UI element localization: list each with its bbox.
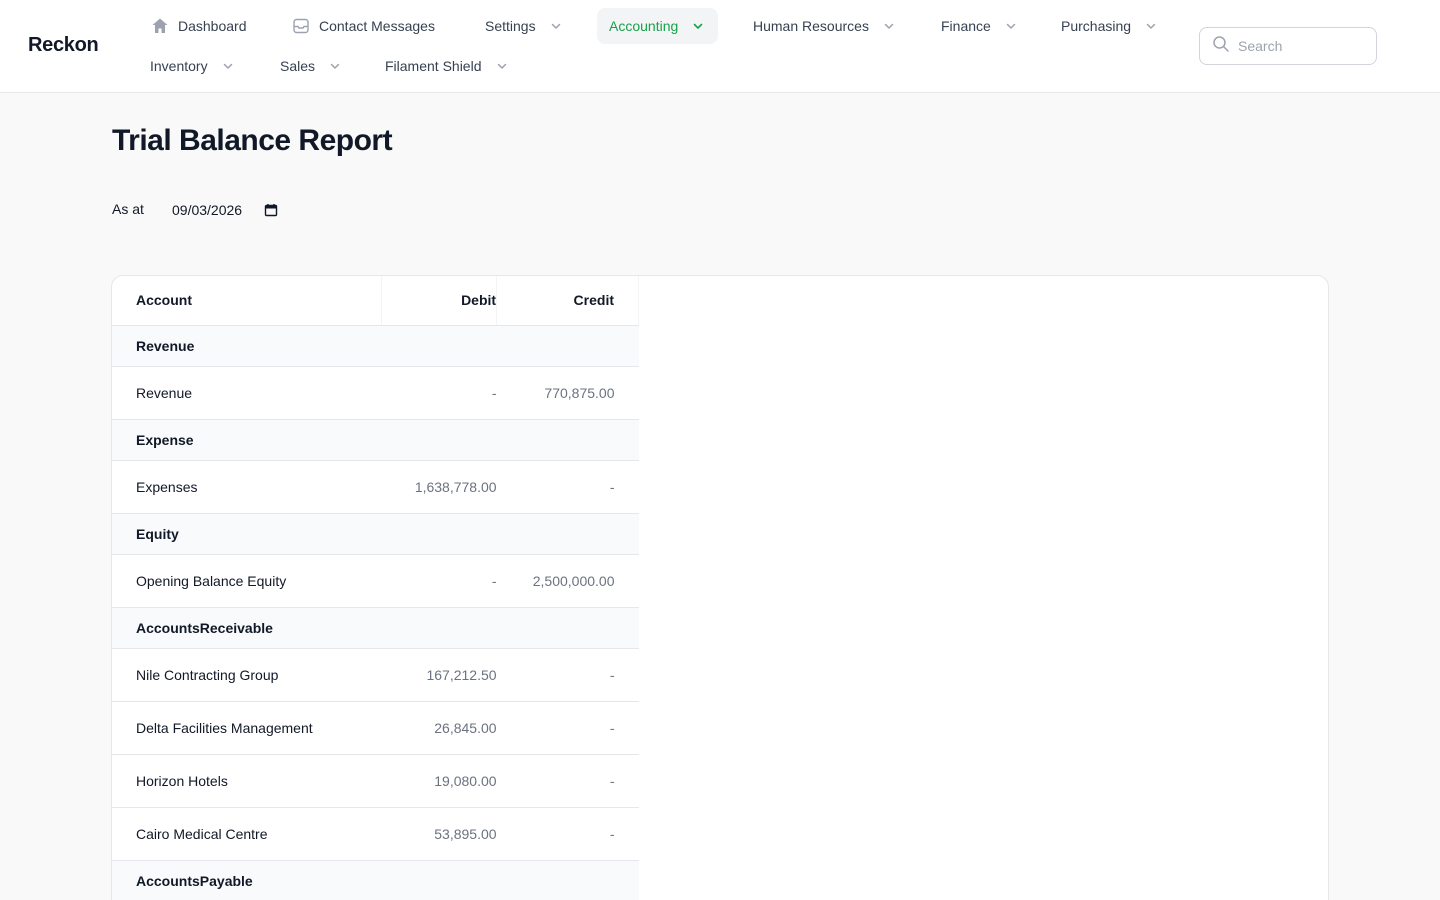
nav-purchasing-label: Purchasing bbox=[1061, 18, 1132, 34]
global-search[interactable] bbox=[1199, 27, 1377, 65]
debit-cell: - bbox=[381, 366, 497, 420]
nav-contact-messages[interactable]: Contact Messages bbox=[279, 8, 447, 44]
debit-cell: - bbox=[381, 554, 497, 608]
group-row: Expense bbox=[112, 419, 639, 461]
credit-cell: - bbox=[496, 460, 639, 514]
group-label: AccountsReceivable bbox=[112, 607, 639, 649]
account-cell: Revenue bbox=[112, 366, 382, 420]
nav-finance[interactable]: Finance bbox=[929, 8, 1031, 44]
table-row: Delta Facilities Management 26,845.00 - bbox=[112, 701, 639, 755]
home-icon bbox=[150, 16, 170, 36]
as-at-date-value: 09/03/2026 bbox=[172, 202, 243, 218]
account-cell: Nile Contracting Group bbox=[112, 648, 382, 702]
account-cell: Delta Facilities Management bbox=[112, 701, 382, 755]
top-navigation-bar: Reckon Dashboard Contact Messages Settin… bbox=[0, 0, 1440, 93]
table-row: Expenses 1,638,778.00 - bbox=[112, 460, 639, 514]
credit-cell: - bbox=[496, 807, 639, 861]
credit-cell: - bbox=[496, 754, 639, 808]
nav-dashboard-label: Dashboard bbox=[178, 18, 247, 34]
nav-human-resources-label: Human Resources bbox=[753, 18, 869, 34]
page-title: Trial Balance Report bbox=[112, 124, 393, 157]
debit-cell: 19,080.00 bbox=[381, 754, 497, 808]
chevron-down-icon bbox=[1143, 18, 1159, 34]
nav-settings[interactable]: Settings bbox=[473, 8, 576, 44]
nav-sales[interactable]: Sales bbox=[268, 48, 355, 84]
chevron-down-icon bbox=[220, 58, 236, 74]
group-row: Equity bbox=[112, 513, 639, 555]
table-row: Cairo Medical Centre 53,895.00 - bbox=[112, 807, 639, 861]
nav-human-resources[interactable]: Human Resources bbox=[741, 8, 909, 44]
debit-cell: 53,895.00 bbox=[381, 807, 497, 861]
table-row: Revenue - 770,875.00 bbox=[112, 366, 639, 420]
group-label: Equity bbox=[112, 513, 639, 555]
chevron-down-icon bbox=[494, 58, 510, 74]
group-label: AccountsPayable bbox=[112, 860, 639, 900]
chevron-down-icon bbox=[327, 58, 343, 74]
credit-cell: 2,500,000.00 bbox=[496, 554, 639, 608]
nav-filament-shield-label: Filament Shield bbox=[385, 58, 482, 74]
search-input[interactable] bbox=[1238, 38, 1358, 54]
nav-accounting[interactable]: Accounting bbox=[597, 8, 719, 44]
group-row: Revenue bbox=[112, 325, 639, 367]
credit-cell: - bbox=[496, 648, 639, 702]
nav-finance-label: Finance bbox=[941, 18, 991, 34]
search-icon bbox=[1212, 35, 1230, 58]
nav-inventory-label: Inventory bbox=[150, 58, 208, 74]
as-at-date-input[interactable]: 09/03/2026 bbox=[172, 199, 278, 221]
account-cell: Horizon Hotels bbox=[112, 754, 382, 808]
nav-accounting-label: Accounting bbox=[609, 18, 679, 34]
column-header-debit: Debit bbox=[381, 276, 498, 326]
table-row: Opening Balance Equity - 2,500,000.00 bbox=[112, 554, 639, 608]
nav-filament-shield[interactable]: Filament Shield bbox=[373, 48, 522, 84]
column-header-account: Account bbox=[112, 276, 383, 326]
nav-inventory[interactable]: Inventory bbox=[138, 48, 248, 84]
nav-sales-label: Sales bbox=[280, 58, 316, 74]
account-cell: Cairo Medical Centre bbox=[112, 807, 382, 861]
debit-cell: 1,638,778.00 bbox=[381, 460, 497, 514]
brand-logo[interactable]: Reckon bbox=[28, 34, 99, 57]
calendar-icon[interactable] bbox=[264, 203, 278, 217]
group-row: AccountsPayable bbox=[112, 860, 639, 900]
table-row: Horizon Hotels 19,080.00 - bbox=[112, 754, 639, 808]
group-row: AccountsReceivable bbox=[112, 607, 639, 649]
nav-dashboard[interactable]: Dashboard bbox=[138, 8, 259, 44]
account-cell: Expenses bbox=[112, 460, 382, 514]
chevron-down-icon bbox=[690, 18, 706, 34]
credit-cell: - bbox=[496, 701, 639, 755]
chevron-down-icon bbox=[1003, 18, 1019, 34]
debit-cell: 26,845.00 bbox=[381, 701, 497, 755]
group-label: Expense bbox=[112, 419, 639, 461]
as-at-label: As at bbox=[112, 201, 144, 217]
table-row: Nile Contracting Group 167,212.50 - bbox=[112, 648, 639, 702]
credit-cell: 770,875.00 bbox=[496, 366, 639, 420]
nav-contact-messages-label: Contact Messages bbox=[319, 18, 435, 34]
nav-settings-label: Settings bbox=[485, 18, 536, 34]
table-header-row: Account Debit Credit bbox=[112, 276, 639, 326]
chevron-down-icon bbox=[548, 18, 564, 34]
debit-cell: 167,212.50 bbox=[381, 648, 497, 702]
inbox-icon bbox=[291, 16, 311, 36]
chevron-down-icon bbox=[881, 18, 897, 34]
trial-balance-table: Account Debit Credit Revenue Revenue - 7… bbox=[112, 276, 639, 900]
trial-balance-card: Account Debit Credit Revenue Revenue - 7… bbox=[111, 275, 1329, 900]
nav-purchasing[interactable]: Purchasing bbox=[1049, 8, 1171, 44]
column-header-credit: Credit bbox=[496, 276, 639, 326]
account-cell: Opening Balance Equity bbox=[112, 554, 382, 608]
group-label: Revenue bbox=[112, 325, 639, 367]
